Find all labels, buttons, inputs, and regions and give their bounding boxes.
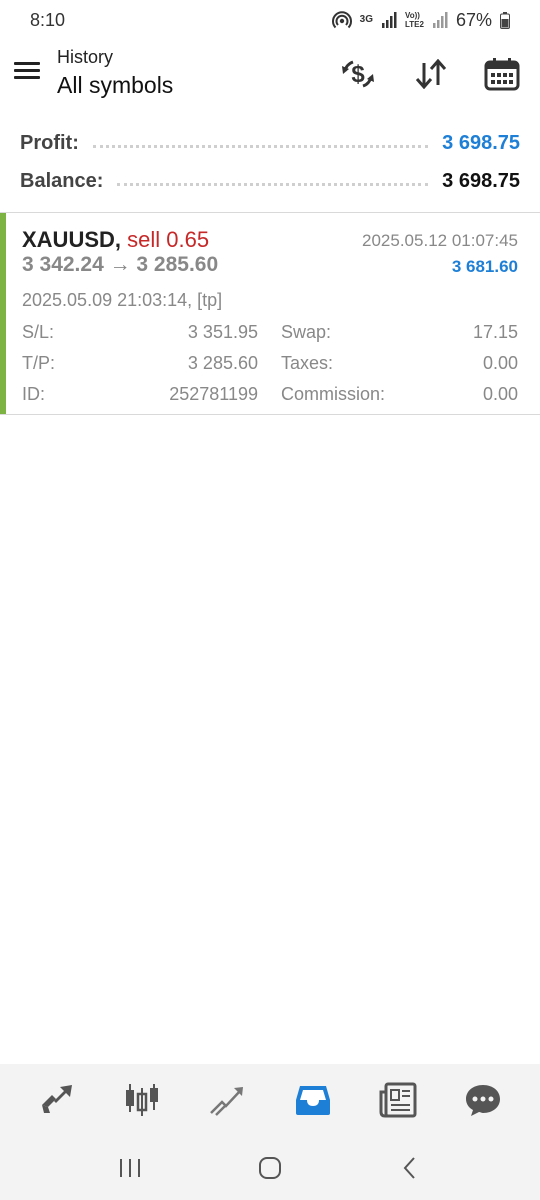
profit-label: Profit: [20,131,79,154]
balance-label: Balance: [20,169,104,192]
status-time: 8:10 [30,9,66,30]
history-icon[interactable] [290,1077,336,1123]
trade-profit: 3 681.60 [451,257,518,276]
sl-value: 3 351.95 [187,322,258,342]
trade-symbol: XAUUSD, [22,227,122,252]
calendar-icon[interactable] [482,54,522,94]
battery-percent: 67% [455,9,492,30]
news-icon[interactable] [375,1077,421,1123]
trade-side: sell 0.65 [127,227,210,252]
messages-icon[interactable] [460,1077,506,1123]
trade-prices: 3 342.24 → 3 285.60 [22,253,219,276]
app-bar: History All symbols $ [0,40,540,108]
swap-label: Swap: [281,322,332,342]
trade-open-time: 2025.05.09 21:03:14, [tp] [22,290,223,310]
profit-value: 3 698.75 [442,131,520,154]
id-value: 252781199 [169,384,258,404]
status-bar: 8:10 3G Vo)) LTE2 67% [0,0,540,40]
commission-value: 0.00 [482,384,518,404]
svg-text:$: $ [351,61,365,88]
profit-row: Profit: 3 698.75 [0,124,540,162]
quotes-icon[interactable] [34,1077,80,1123]
dotted-leader [117,182,429,186]
bottom-nav [0,1064,540,1136]
sl-label: S/L: [22,322,55,342]
signal-icon-2 [432,12,448,28]
system-nav-bar [0,1136,540,1200]
commission-label: Commission: [281,384,386,404]
dotted-leader [92,144,429,148]
currency-exchange-icon[interactable]: $ [338,54,378,94]
id-label: ID: [22,384,46,404]
trade-item[interactable]: XAUUSD, sell 0.65 3 342.24 → 3 285.60 20… [0,213,540,414]
recent-apps-icon[interactable] [110,1148,150,1188]
profit-indicator-bar [0,213,6,414]
chart-icon[interactable] [119,1077,165,1123]
back-icon[interactable] [390,1148,430,1188]
tp-label: T/P: [22,353,56,373]
volte-label: Vo)) [405,11,420,20]
hotspot-icon [331,11,352,29]
swap-value: 17.15 [472,322,518,342]
balance-row: Balance: 3 698.75 [0,162,540,200]
signal-icon [382,12,397,28]
trade-close-time: 2025.05.12 01:07:45 [362,231,518,250]
lte-label: LTE2 [405,20,424,29]
tp-value: 3 285.60 [187,353,258,373]
battery-icon [500,11,510,29]
menu-icon[interactable] [14,58,44,88]
taxes-label: Taxes: [281,353,334,373]
divider [0,414,540,415]
sort-icon[interactable] [411,54,451,94]
page-title[interactable]: All symbols [57,72,173,99]
trade-icon[interactable] [204,1077,250,1123]
balance-value: 3 698.75 [442,169,520,192]
taxes-value: 0.00 [482,353,518,373]
network-3g-label: 3G [359,14,373,25]
summary: Profit: 3 698.75 Balance: 3 698.75 [0,124,540,200]
page-subtitle: History [57,47,114,67]
home-icon[interactable] [250,1148,290,1188]
